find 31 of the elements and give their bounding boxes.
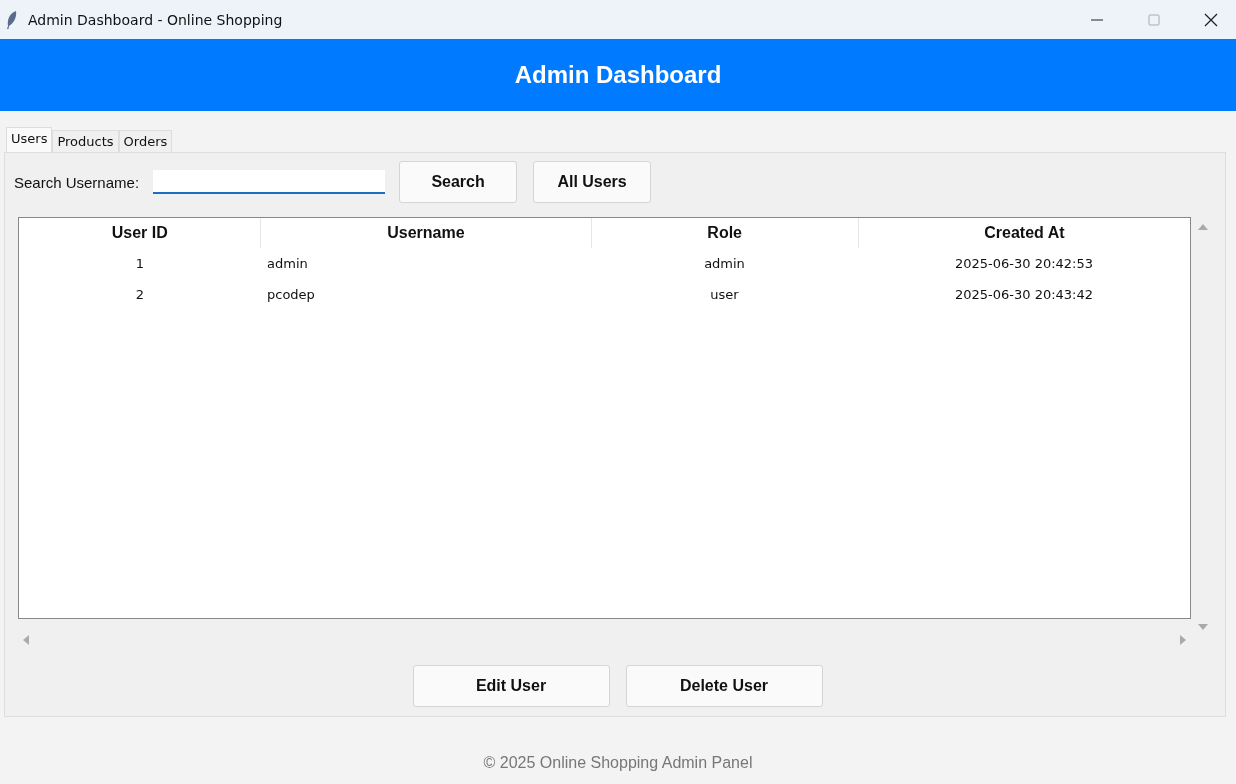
table-cell-text: 1 — [134, 255, 146, 273]
footer-text: © 2025 Online Shopping Admin Panel — [482, 754, 754, 772]
table-cell-text: admin — [266, 255, 309, 273]
table-cell-text: 2 — [134, 286, 146, 304]
column-header[interactable]: Created At — [858, 218, 1190, 248]
tab[interactable]: Orders — [118, 130, 173, 152]
close-icon[interactable] — [1204, 12, 1218, 27]
scroll-right-icon[interactable] — [1179, 635, 1187, 645]
window-title: Admin Dashboard - Online Shopping — [28, 11, 283, 28]
search-label: Search Username: — [14, 173, 140, 191]
column-header[interactable]: User ID — [19, 218, 262, 248]
table-cell-text: 2025-06-30 20:43:42 — [953, 286, 1095, 304]
scroll-up-icon[interactable] — [1198, 223, 1208, 231]
column-header[interactable]: Username — [261, 218, 592, 248]
tab[interactable]: Users — [6, 127, 53, 152]
table-cell-text: pcodep — [266, 286, 316, 304]
header-title: Admin Dashboard — [514, 61, 722, 89]
action-button[interactable]: Edit User — [412, 665, 610, 707]
table-cell-text: admin — [703, 255, 746, 273]
search-field[interactable] — [153, 170, 386, 194]
table-cell-text: user — [709, 286, 740, 304]
scroll-left-icon[interactable] — [22, 635, 30, 645]
maximize-icon[interactable] — [1148, 13, 1160, 26]
column-header[interactable]: Role — [591, 218, 859, 248]
action-button[interactable]: All Users — [533, 161, 652, 203]
action-button[interactable]: Delete User — [625, 665, 823, 707]
feather-icon — [6, 9, 18, 30]
scroll-down-icon[interactable] — [1198, 623, 1208, 631]
tab[interactable]: Products — [52, 130, 119, 152]
action-button[interactable]: Search — [399, 161, 518, 203]
table-cell-text: 2025-06-30 20:42:53 — [953, 255, 1095, 273]
